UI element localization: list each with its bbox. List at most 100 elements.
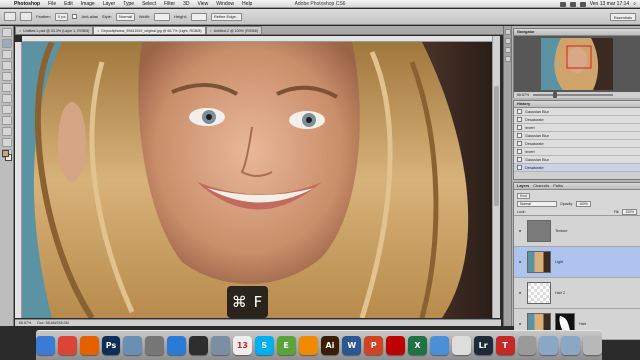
word-icon[interactable]: W <box>342 336 362 355</box>
navigator-tab[interactable]: Navigator <box>517 30 535 34</box>
text-tool-app-icon[interactable]: T <box>495 336 515 355</box>
crop-tool-icon[interactable] <box>1 72 12 81</box>
lasso-tool-icon[interactable] <box>1 50 12 59</box>
activity-monitor-icon[interactable] <box>189 336 209 355</box>
history-brush-tool-icon[interactable] <box>1 127 12 136</box>
illustrator-icon[interactable]: Ai <box>320 336 340 355</box>
fill-input[interactable]: 100% <box>622 208 637 215</box>
antialias-checkbox[interactable] <box>72 14 78 19</box>
properties-panel-icon[interactable] <box>504 38 511 44</box>
preview-icon[interactable] <box>211 336 230 355</box>
marquee-tool-icon[interactable] <box>1 39 12 48</box>
history-tab[interactable]: History <box>517 102 530 106</box>
refine-edge-button[interactable]: Refine Edge... <box>210 12 243 21</box>
vertical-scrollbar[interactable] <box>492 36 500 318</box>
width-input[interactable] <box>154 12 171 21</box>
battery-icon[interactable] <box>579 1 586 7</box>
photos-icon[interactable] <box>123 336 143 355</box>
history-state[interactable]: Gaussian Blur <box>514 108 640 116</box>
history-state[interactable]: Desaturate <box>514 116 640 124</box>
character-panel-icon[interactable] <box>504 56 511 62</box>
menu-window[interactable]: Window <box>212 1 238 7</box>
history-state[interactable]: Gaussian Blur <box>514 132 640 140</box>
visibility-eye-icon[interactable]: ● <box>517 260 523 264</box>
wifi-icon[interactable] <box>559 1 566 7</box>
layer-row[interactable]: ● Light <box>514 247 640 278</box>
excel-icon[interactable]: X <box>408 336 427 355</box>
feather-input[interactable]: 0 px <box>54 12 69 21</box>
system-preferences-icon[interactable] <box>145 336 165 355</box>
history-panel-icon[interactable] <box>504 29 511 35</box>
firefox-icon[interactable] <box>79 336 99 355</box>
clock[interactable]: Ven 13 mar 17:14 <box>590 1 629 7</box>
tab-channels[interactable]: Channels <box>533 184 549 188</box>
evernote-icon[interactable]: E <box>276 336 296 355</box>
powerpoint-icon[interactable]: P <box>364 336 384 355</box>
documents-icon[interactable] <box>561 336 581 355</box>
chrome-icon[interactable] <box>57 336 77 355</box>
filezilla-icon[interactable] <box>386 336 406 355</box>
layer-name[interactable]: Hair 2 <box>555 291 565 295</box>
brush-tool-icon[interactable] <box>1 105 12 114</box>
layer-row[interactable]: ● Texture <box>514 216 640 247</box>
foreground-color-swatch[interactable] <box>2 150 9 157</box>
height-input[interactable] <box>190 12 207 21</box>
vertical-ruler[interactable] <box>15 42 22 318</box>
menu-3d[interactable]: 3D <box>179 1 193 7</box>
close-icon[interactable]: × <box>210 29 212 33</box>
menu-layer[interactable]: Layer <box>99 1 120 7</box>
eraser-tool-icon[interactable] <box>1 138 12 147</box>
lightroom-icon[interactable]: Lr <box>473 336 493 355</box>
vlc-icon[interactable] <box>298 336 318 355</box>
quick-select-tool-icon[interactable] <box>1 61 12 70</box>
workspace-switcher[interactable]: Essentials <box>609 13 636 21</box>
navigator-zoom-value[interactable]: 66.67% <box>517 93 529 97</box>
spotlight-icon[interactable]: ⌕ <box>633 1 636 7</box>
visibility-eye-icon[interactable]: ● <box>517 322 523 326</box>
volume-icon[interactable] <box>569 1 576 7</box>
menu-edit[interactable]: Edit <box>60 1 77 7</box>
history-state[interactable]: Desaturate <box>514 140 640 148</box>
close-icon[interactable]: × <box>97 29 99 33</box>
calendar-icon[interactable]: 13 <box>232 336 252 355</box>
skype-icon[interactable]: S <box>254 336 274 355</box>
finder-icon[interactable] <box>35 336 55 355</box>
menu-file[interactable]: File <box>44 1 60 7</box>
itunes-icon[interactable] <box>429 336 449 355</box>
brush-panel-icon[interactable] <box>504 47 511 53</box>
style-select[interactable]: Normal <box>115 12 135 21</box>
document-tab[interactable]: × Untitled-2 @ 100% (RGB/8) <box>205 26 263 34</box>
visibility-eye-icon[interactable]: ● <box>517 291 523 295</box>
tab-layers[interactable]: Layers <box>517 184 529 188</box>
bluetooth-icon[interactable] <box>517 336 537 355</box>
history-state[interactable]: Desaturate <box>514 164 640 172</box>
opacity-input[interactable]: 100% <box>576 200 591 207</box>
menu-view[interactable]: View <box>194 1 213 7</box>
history-state[interactable]: Invert <box>514 124 640 132</box>
healing-brush-tool-icon[interactable] <box>1 94 12 103</box>
selection-mode-icon[interactable] <box>20 12 32 21</box>
textedit-icon[interactable] <box>451 336 471 355</box>
history-state[interactable]: Invert <box>514 148 640 156</box>
menu-help[interactable]: Help <box>238 1 256 7</box>
document-tab[interactable]: × Untitled-1.psd @ 33.3% (Layer 1, RGB/8) <box>15 26 94 34</box>
navigator-preview[interactable] <box>514 36 640 92</box>
layer-row[interactable]: ● Hair 2 <box>514 278 640 309</box>
tab-paths[interactable]: Paths <box>553 184 563 188</box>
layer-filter-kind[interactable]: Kind <box>517 192 530 199</box>
menu-image[interactable]: Image <box>77 1 99 7</box>
eyedropper-tool-icon[interactable] <box>1 83 12 92</box>
menu-select[interactable]: Select <box>138 1 160 7</box>
photoshop-icon[interactable]: Ps <box>101 336 121 355</box>
visibility-eye-icon[interactable]: ● <box>517 229 523 233</box>
marquee-tool-preset-icon[interactable] <box>4 12 16 21</box>
safari-icon[interactable] <box>167 336 187 355</box>
navigator-zoom-slider[interactable] <box>533 92 614 98</box>
move-tool-icon[interactable] <box>1 28 12 37</box>
image-canvas[interactable] <box>22 42 492 318</box>
layer-name[interactable]: Texture <box>555 229 567 233</box>
clone-stamp-tool-icon[interactable] <box>1 116 12 125</box>
trash-icon[interactable] <box>583 336 603 355</box>
menu-photoshop[interactable]: Photoshop <box>10 1 44 7</box>
close-icon[interactable]: × <box>19 29 21 33</box>
